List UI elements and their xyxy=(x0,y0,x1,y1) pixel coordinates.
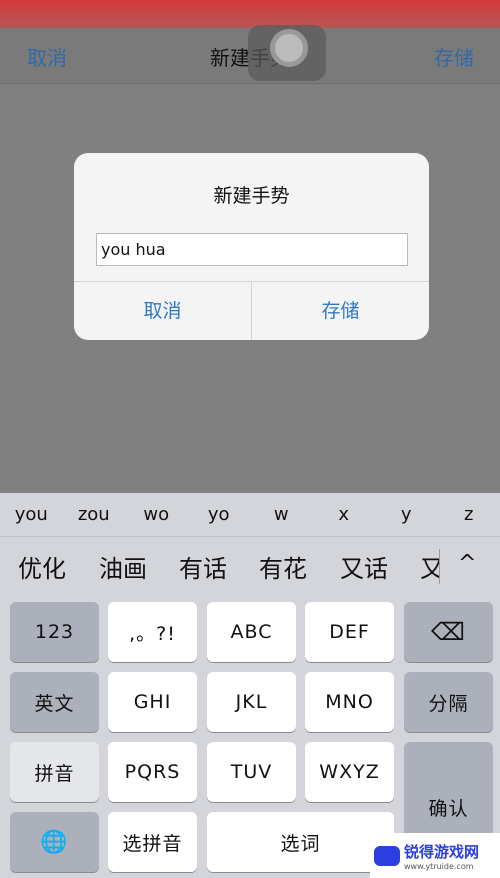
pinyin-option[interactable]: yo xyxy=(188,504,251,525)
pinyin-option[interactable]: z xyxy=(438,504,500,525)
candidate[interactable]: 又 xyxy=(420,549,440,584)
key-wxyz[interactable]: WXYZ xyxy=(305,742,394,802)
key-punctuation[interactable]: ,。?! xyxy=(108,602,197,662)
watermark-name: 锐得游戏网 xyxy=(404,842,480,861)
key-pqrs[interactable]: PQRS xyxy=(108,742,197,802)
pinyin-option[interactable]: y xyxy=(375,504,438,525)
new-gesture-dialog: 新建手势 you hua 取消 存储 xyxy=(74,153,429,340)
dialog-cancel-button[interactable]: 取消 xyxy=(74,282,251,340)
key-english[interactable]: 英文 xyxy=(10,672,99,732)
dialog-save-button[interactable]: 存储 xyxy=(251,282,429,340)
key-123[interactable]: 123 xyxy=(10,602,99,662)
key-ghi[interactable]: GHI xyxy=(108,672,197,732)
pinyin-option[interactable]: wo xyxy=(125,504,188,525)
candidate[interactable]: 优化 xyxy=(18,549,66,584)
assistive-touch-icon xyxy=(270,29,308,67)
candidate[interactable]: 又话 xyxy=(340,549,388,584)
gesture-name-input[interactable]: you hua xyxy=(96,233,408,266)
candidate-bar: 优化 油画 有话 有花 又话 又 ^ xyxy=(0,537,500,593)
delete-icon[interactable]: ⌫ xyxy=(404,602,493,662)
dialog-title: 新建手势 xyxy=(213,185,290,207)
watermark-logo: 锐得游戏网 www.ytruide.com xyxy=(370,833,500,878)
candidate[interactable]: 有话 xyxy=(179,549,227,584)
key-select-pinyin[interactable]: 选拼音 xyxy=(108,812,197,872)
key-jkl[interactable]: JKL xyxy=(207,672,296,732)
pinyin-option[interactable]: you xyxy=(0,504,63,525)
expand-candidates-button[interactable]: ^ xyxy=(458,551,476,576)
status-bar xyxy=(0,0,500,28)
key-pinyin[interactable]: 拼音 xyxy=(10,742,99,802)
assistive-touch-button[interactable] xyxy=(248,25,326,81)
pinyin-option[interactable]: x xyxy=(313,504,376,525)
watermark-url: www.ytruide.com xyxy=(404,861,474,871)
key-def[interactable]: DEF xyxy=(305,602,394,662)
gamepad-icon xyxy=(374,845,400,866)
candidate[interactable]: 油画 xyxy=(99,549,147,584)
pinyin-bar: you zou wo yo w x y z xyxy=(0,493,500,537)
nav-save-button[interactable]: 存储 xyxy=(434,42,474,71)
key-select-word[interactable]: 选词 xyxy=(207,812,394,872)
key-separator[interactable]: 分隔 xyxy=(404,672,493,732)
pinyin-option[interactable]: zou xyxy=(63,504,126,525)
globe-icon[interactable]: 🌐 xyxy=(10,812,99,872)
candidate[interactable]: 有花 xyxy=(259,549,307,584)
key-abc[interactable]: ABC xyxy=(207,602,296,662)
pinyin-option[interactable]: w xyxy=(250,504,313,525)
key-mno[interactable]: MNO xyxy=(305,672,394,732)
key-tuv[interactable]: TUV xyxy=(207,742,296,802)
